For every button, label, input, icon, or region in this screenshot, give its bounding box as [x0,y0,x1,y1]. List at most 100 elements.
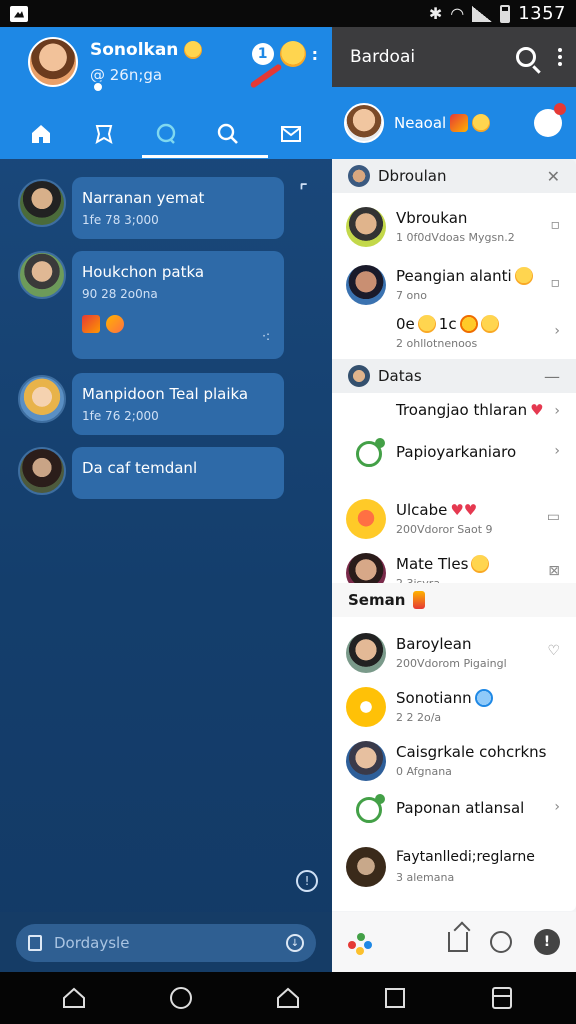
bluetooth-icon: ✱ [428,4,443,23]
avatar [18,251,66,299]
contacts-drawer: Bardoai Neaoal Dbroulan ✕ Vbroukan 1 0f0… [332,27,576,972]
notification-icon[interactable] [534,103,566,137]
flame-icon [413,591,426,609]
list-item[interactable]: Baroylean 200Vdorom Pigaingl ♡ [332,625,576,681]
smile-emoji-icon [417,315,436,333]
checkbox-icon[interactable]: ▫ [551,217,561,233]
list-item[interactable]: Sonotiann 2 2 2o/a [332,679,576,735]
switch-nav-button[interactable] [488,984,516,1012]
chat-meta: 90 28 2o0na [82,287,158,301]
message-bubble[interactable]: Manpidoon Teal plaika 1fe 76 2;000 [72,373,284,435]
send-icon[interactable]: ↓ [286,934,304,952]
section-header[interactable]: Dbroulan ✕ [332,159,576,193]
home-icon [276,987,299,1008]
fire-emoji-icon [450,114,469,132]
contact-meta: 2 2 2o/a [396,711,442,724]
list-item[interactable]: Papioyarkaniaro › [332,433,576,479]
drawer-banner[interactable]: Neaoal [332,87,576,159]
message-input[interactable]: Dordaysle ↓ [16,924,316,962]
list-item[interactable]: Paponan atlansal › [332,789,576,835]
recents-nav-button[interactable] [381,984,409,1012]
close-icon[interactable]: ✕ [547,167,560,186]
overflow-menu-icon[interactable] [558,48,562,66]
chevron-right-icon[interactable]: › [554,323,560,339]
gallery-icon [10,5,28,22]
chevron-right-icon[interactable]: › [554,799,560,815]
tab-mail[interactable] [271,114,311,154]
app-logo-icon[interactable] [348,929,374,955]
share-icon[interactable] [448,932,468,952]
left-header: Sonolkan @ 26n;ga 1 : [0,27,332,159]
presence-dot [92,81,104,93]
message-bubble[interactable]: Houkchon patka 90 28 2o0na ·: [72,251,284,359]
home-nav-button[interactable] [60,984,88,1012]
alert-icon[interactable]: ! [534,929,560,955]
contact-name-text: 0e [396,315,415,333]
contact-name: Vbroukan [396,209,468,227]
heart-outline-icon[interactable]: ♡ [547,643,560,659]
avatar [348,365,370,387]
profile[interactable]: Sonolkan @ 26n;ga [28,37,203,93]
list-item[interactable]: Caisgrkale cohcrkns 0 Afgnana [332,733,576,789]
notification-badge[interactable]: 1 [251,43,274,65]
section-header[interactable]: Seman [332,583,576,617]
home-icon [32,125,51,143]
contact-name: Paponan atlansal [396,799,525,817]
contact-name-suffix: 1c [438,315,457,333]
wink-emoji-icon[interactable] [279,41,306,67]
avatar [18,179,66,227]
smile-emoji-icon [184,41,203,59]
avatar [18,375,66,423]
chevron-right-icon[interactable]: › [554,403,560,419]
avatar[interactable] [28,37,78,87]
checkbox-icon[interactable]: ▫ [551,275,561,291]
tab-home[interactable] [21,114,61,154]
input-placeholder[interactable]: Dordaysle [54,934,286,952]
contact-name: 0e 1c [396,315,499,333]
clock-icon[interactable] [490,931,512,953]
list-item[interactable]: Faytanlledi;reglarne 3 alemana [332,839,576,895]
document-icon[interactable] [28,935,42,951]
more-icon[interactable]: : [312,45,318,64]
status-ring-icon [356,438,385,467]
checkbox-icon[interactable]: ▭ [547,509,560,525]
avatar[interactable] [344,103,384,143]
collapse-icon[interactable]: — [544,367,560,386]
section-header[interactable]: Datas — [332,359,576,393]
bookmark-icon[interactable]: ⊠ [548,563,560,579]
wink-emoji-icon [480,315,499,333]
contact-name: Baroylean [396,635,472,653]
heart-icon: ♥ [530,401,544,419]
circle-nav-button[interactable] [167,984,195,1012]
conversation-panel: Sonolkan @ 26n;ga 1 : ⌃ Narranan yemat 1… [0,27,332,972]
search-icon[interactable] [516,47,536,67]
message-bubble[interactable]: Da caf temdanl [72,447,284,499]
avatar [346,847,386,887]
search-icon [218,123,239,144]
message-bubble[interactable]: Narranan yemat 1fe 78 3;000 [72,177,284,239]
chevron-right-icon[interactable]: › [554,443,560,459]
home-nav-button-2[interactable] [274,984,302,1012]
list-item[interactable]: Ulcabe ♥♥ 200Vdoror Saot 9 ▭ [332,491,576,547]
tab-search[interactable] [208,114,248,154]
chat-title: Narranan yemat [82,189,205,207]
system-nav-bar [0,972,576,1024]
tab-bookmark[interactable] [84,114,124,154]
list-item[interactable]: 0e 1c 2 ohllotnenoos › [332,305,576,361]
contact-name: Faytanlledi;reglarne [396,849,535,865]
avatar [18,447,66,495]
avatar [346,633,386,673]
contact-name: Peangian alanti [396,267,533,285]
list-item[interactable]: Vbroukan 1 0f0dVdoas Mygsn.2 ▫ [332,199,576,255]
chevron-icon[interactable]: ⌃ [292,175,321,204]
contact-meta: 0 Afgnana [396,765,452,778]
info-icon[interactable]: ! [296,870,318,892]
more-icon[interactable]: ·: [262,329,270,343]
heart-eyes-emoji-icon [459,315,478,333]
section-title: Dbroulan [378,167,447,185]
mail-icon [280,126,301,142]
avatar [346,687,386,727]
tab-chat[interactable] [146,114,186,154]
blue-heart-icon [474,689,493,707]
avatar [348,165,370,187]
